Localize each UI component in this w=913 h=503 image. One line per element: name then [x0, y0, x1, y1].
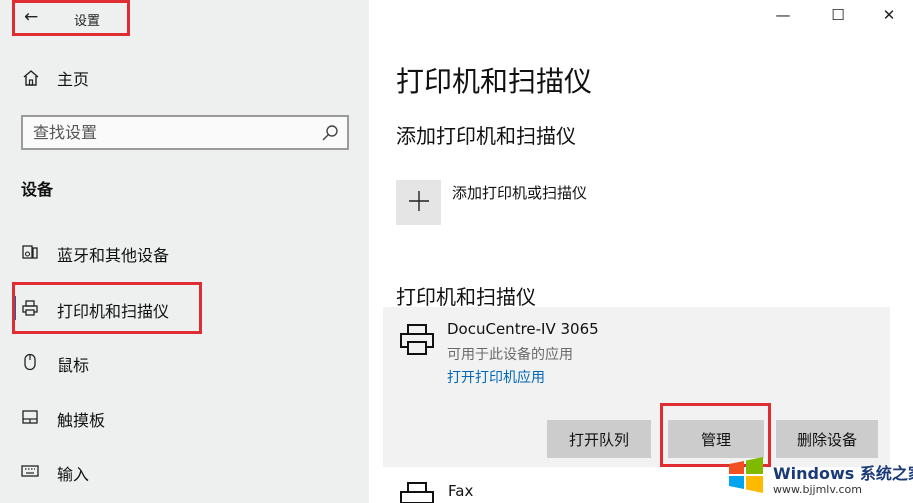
sidebar-item-label: 输入 [57, 465, 90, 484]
windows-logo-icon [729, 457, 763, 493]
sidebar-item-bluetooth[interactable]: 蓝牙和其他设备 [0, 232, 369, 272]
printer-list-title: 打印机和扫描仪 [396, 285, 536, 309]
sidebar-item-label: 鼠标 [57, 356, 90, 375]
open-printer-app-link[interactable]: 打开打印机应用 [447, 367, 545, 387]
printer-subtitle: 可用于此设备的应用 [447, 347, 573, 363]
printer-name-fax[interactable]: Fax [448, 482, 473, 500]
printers-highlight-box [12, 282, 202, 334]
printer-name: DocuCentre-IV 3065 [447, 320, 599, 338]
sidebar-item-mouse[interactable]: 鼠标 [0, 342, 369, 382]
add-printer-label[interactable]: 添加打印机或扫描仪 [452, 182, 587, 203]
window-title: 设置 [74, 14, 101, 29]
bluetooth-device-icon [22, 245, 38, 259]
watermark-brand: Windows 系统之家 [773, 464, 913, 483]
sidebar-item-label: 触摸板 [57, 411, 106, 430]
printer-card-docucentre[interactable]: DocuCentre-IV 3065 可用于此设备的应用 打开打印机应用 打开队… [383, 307, 890, 467]
touchpad-icon [22, 410, 38, 424]
search-input[interactable] [33, 123, 313, 142]
sidebar-item-touchpad[interactable]: 触摸板 [0, 397, 369, 437]
home-icon [23, 70, 39, 86]
sidebar-item-input[interactable]: 输入 [0, 451, 369, 491]
remove-device-button[interactable]: 删除设备 [776, 420, 878, 458]
plus-icon [409, 191, 429, 211]
printer-icon [400, 324, 434, 355]
watermark-url: www.bjjmlv.com [773, 483, 862, 496]
maximize-icon[interactable]: ☐ [827, 4, 849, 26]
sidebar-item-home[interactable]: 主页 [22, 66, 89, 90]
main-panel: — ☐ ✕ 打印机和扫描仪 添加打印机和扫描仪 添加打印机或扫描仪 打印机和扫描… [369, 0, 913, 503]
keyboard-icon [21, 465, 39, 477]
sidebar: ← 设置 主页 设备 蓝牙和其他设备 打印机和扫描仪 [0, 0, 369, 503]
search-box[interactable] [21, 115, 349, 150]
close-icon[interactable]: ✕ [878, 4, 900, 26]
add-printer-button[interactable] [396, 180, 441, 225]
add-section-title: 添加打印机和扫描仪 [396, 124, 576, 148]
section-label-devices: 设备 [21, 180, 54, 199]
sidebar-item-label: 蓝牙和其他设备 [57, 246, 170, 265]
title-bar-highlight: ← 设置 [12, 0, 130, 36]
search-icon[interactable] [321, 124, 339, 142]
minimize-icon[interactable]: — [772, 4, 794, 26]
page-title: 打印机和扫描仪 [396, 65, 593, 98]
sidebar-item-home-label: 主页 [57, 70, 90, 89]
open-queue-button[interactable]: 打开队列 [547, 420, 651, 458]
fax-printer-icon [400, 482, 434, 503]
watermark: Windows 系统之家 www.bjjmlv.com [725, 454, 913, 503]
mouse-icon [24, 353, 36, 371]
back-arrow-icon[interactable]: ← [24, 7, 38, 27]
